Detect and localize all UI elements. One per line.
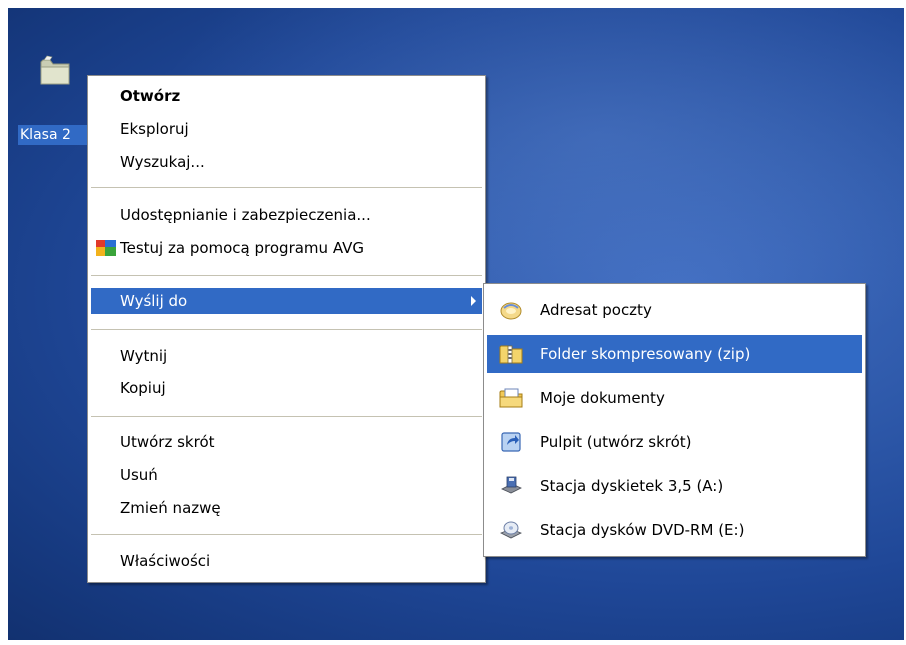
menu-item-search[interactable]: Wyszukaj...: [91, 149, 482, 175]
menu-item-cut[interactable]: Wytnij: [91, 343, 482, 369]
submenu-item-label: Stacja dysków DVD-RM (E:): [540, 521, 745, 539]
context-menu: Otwórz Eksploruj Wyszukaj... Udostępnian…: [87, 75, 486, 583]
menu-separator: [91, 329, 482, 330]
send-to-submenu: Adresat poczty Folder skompresowany (zip…: [483, 283, 866, 557]
mail-recipient-icon: [500, 302, 522, 320]
submenu-item-mail-recipient[interactable]: Adresat poczty: [487, 291, 862, 329]
avg-icon: [96, 240, 116, 256]
submenu-item-dvd-drive[interactable]: Stacja dysków DVD-RM (E:): [487, 511, 862, 549]
menu-separator: [91, 534, 482, 535]
menu-item-copy[interactable]: Kopiuj: [91, 375, 482, 401]
desktop-shortcut-icon: [501, 432, 521, 452]
menu-separator: [91, 416, 482, 417]
menu-separator: [91, 275, 482, 276]
zip-folder-icon: [499, 345, 523, 364]
menu-item-properties[interactable]: Właściwości: [91, 548, 482, 574]
menu-separator: [91, 187, 482, 188]
menu-item-rename[interactable]: Zmień nazwę: [91, 495, 482, 521]
submenu-item-zip-folder[interactable]: Folder skompresowany (zip): [487, 335, 862, 373]
submenu-item-label: Folder skompresowany (zip): [540, 345, 751, 363]
menu-item-avg-scan-label: Testuj za pomocą programu AVG: [120, 239, 364, 257]
submenu-item-desktop-shortcut[interactable]: Pulpit (utwórz skrót): [487, 423, 862, 461]
menu-item-open[interactable]: Otwórz: [91, 83, 482, 109]
submenu-item-label: Stacja dyskietek 3,5 (A:): [540, 477, 724, 495]
menu-item-delete[interactable]: Usuń: [91, 462, 482, 488]
menu-item-send-to[interactable]: Wyślij do: [91, 288, 482, 314]
folder-icon: [40, 55, 70, 85]
menu-item-create-shortcut[interactable]: Utwórz skrót: [91, 429, 482, 455]
menu-item-avg-scan[interactable]: Testuj za pomocą programu AVG: [91, 235, 482, 261]
submenu-item-label: Adresat poczty: [540, 301, 652, 319]
menu-item-explore[interactable]: Eksploruj: [91, 116, 482, 142]
desktop-folder-label[interactable]: Klasa 2: [18, 125, 90, 145]
my-documents-icon: [499, 388, 523, 408]
submenu-arrow-icon: [471, 296, 476, 306]
submenu-item-floppy-drive[interactable]: Stacja dyskietek 3,5 (A:): [487, 467, 862, 505]
dvd-drive-icon: [500, 521, 522, 539]
submenu-item-label: Moje dokumenty: [540, 389, 665, 407]
floppy-drive-icon: [501, 476, 522, 494]
menu-item-sharing-security[interactable]: Udostępnianie i zabezpieczenia...: [91, 202, 482, 228]
submenu-item-label: Pulpit (utwórz skrót): [540, 433, 692, 451]
menu-item-send-to-label: Wyślij do: [120, 292, 188, 310]
submenu-item-my-documents[interactable]: Moje dokumenty: [487, 379, 862, 417]
